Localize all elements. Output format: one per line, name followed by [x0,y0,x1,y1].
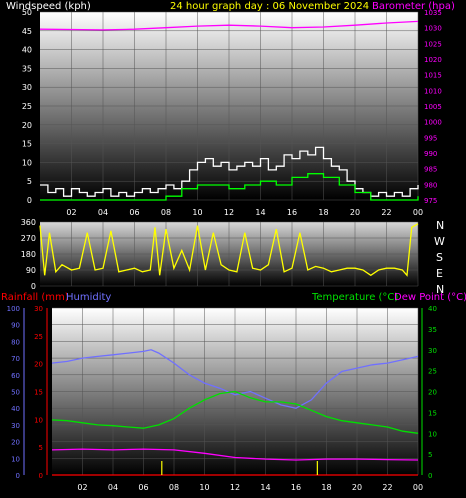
wind-x-tick-label: 22 [381,208,391,217]
barometer-y-tick-label: 1030 [424,25,442,33]
temp-x-tick-label: 20 [352,483,362,492]
humidity-y-tick-label: 50 [11,389,20,397]
humidity-y-tick-label: 30 [11,422,20,430]
temperature-y-tick-label: 30 [428,347,437,355]
temp-x-tick-label: 02 [77,483,87,492]
rainfall-y-tick-label: 30 [34,305,43,313]
wind-x-tick-label: 02 [66,208,76,217]
barometer-y-tick-label: 995 [424,134,437,142]
wind-y-tick-label: 40 [22,46,32,55]
temp-x-tick-label: 10 [199,483,209,492]
humidity-y-tick-label: 60 [11,372,20,380]
wind-y-tick-label: 20 [22,121,32,130]
temperature-y-tick-label: 25 [428,368,437,376]
barometer-y-tick-label: 980 [424,181,437,189]
humidity-y-tick-label: 100 [7,305,20,313]
wind-y-tick-label: 35 [22,64,32,73]
winddir-label-e: E [436,267,443,280]
windspeed-axis-title: Windspeed (kph) [6,1,91,12]
wind-x-tick-label: 14 [255,208,265,217]
temperature-y-tick-label: 35 [428,326,437,334]
temperature-y-tick-label: 15 [428,409,437,417]
barometer-y-tick-label: 975 [424,197,437,205]
wind-y-tick-label: 30 [22,83,32,92]
humidity-y-tick-label: 40 [11,405,20,413]
humidity-y-tick-label: 70 [11,355,20,363]
barometer-y-tick-label: 1000 [424,119,442,127]
winddir-y-tick-label: 360 [21,218,36,227]
winddir-label-n-top: N [436,219,444,232]
dewpoint-axis-title: Dew Point (°C) [394,292,466,303]
wind-x-tick-label: 08 [161,208,171,217]
rainfall-y-tick-label: 20 [34,361,43,369]
temperature-y-tick-label: 10 [428,430,437,438]
barometer-y-tick-label: 990 [424,150,437,158]
temperature-y-tick-label: 20 [428,389,437,397]
weather-graph: Windspeed (kph) 24 hour graph day : 06 N… [1,1,466,492]
wind-y-tick-label: 5 [27,177,32,186]
temperature-axis-title: Temperature (°C) [311,292,398,303]
wind-y-tick-label: 25 [22,102,32,111]
winddir-panel-axes: 0 90 180 270 360 [21,218,36,291]
barometer-y-tick-label: 1010 [424,87,442,95]
temp-x-tick-label: 06 [138,483,148,492]
wind-x-tick-label: 06 [129,208,139,217]
winddir-y-tick-label: 270 [21,234,36,243]
wind-x-tick-label: 20 [350,208,360,217]
rainfall-y-tick-label: 5 [39,444,43,452]
wind-x-tick-label: 12 [224,208,234,217]
temp-x-tick-label: 00 [413,483,423,492]
winddir-y-tick-label: 0 [31,282,36,291]
barometer-y-tick-label: 1020 [424,56,442,64]
wind-x-tick-label: 00 [413,208,423,217]
wind-x-tick-label: 16 [287,208,297,217]
rainfall-y-tick-label: 10 [34,416,43,424]
humidity-y-tick-label: 20 [11,439,20,447]
wind-x-tick-label: 10 [192,208,202,217]
humidity-y-tick-label: 0 [16,472,20,480]
humidity-axis-title: Humidity [66,292,111,303]
temperature-y-tick-label: 0 [428,472,432,480]
rainfall-axis-title: Rainfall (mm) [1,292,69,303]
winddir-y-tick-label: 90 [26,266,36,275]
temp-x-tick-label: 16 [291,483,301,492]
humidity-y-tick-label: 10 [11,455,20,463]
temperature-y-tick-label: 40 [428,305,437,313]
temp-x-tick-label: 14 [260,483,270,492]
wind-y-tick-label: 10 [22,158,32,167]
wind-x-tick-label: 18 [318,208,328,217]
barometer-y-tick-label: 1025 [424,40,442,48]
winddir-y-tick-label: 180 [21,250,36,259]
winddir-label-w: W [434,235,445,248]
temp-x-tick-label: 22 [382,483,392,492]
wind-y-tick-label: 15 [22,140,32,149]
barometer-y-tick-label: 1005 [424,103,442,111]
temp-x-tick-label: 12 [230,483,240,492]
temp-x-tick-label: 08 [169,483,179,492]
wind-x-tick-label: 04 [98,208,108,217]
barometer-axis-title: Barometer (hpa) [372,1,455,12]
wind-y-tick-label: 0 [27,196,32,205]
barometer-y-tick-label: 1015 [424,72,442,80]
barometer-y-tick-label: 985 [424,166,437,174]
graph-date-title: 24 hour graph day : 06 November 2024 [170,1,369,12]
rainfall-y-tick-label: 15 [34,389,43,397]
temp-x-tick-label: 04 [108,483,118,492]
wind-y-tick-label: 45 [22,27,32,36]
temp-x-tick-label: 18 [321,483,331,492]
humidity-y-tick-label: 80 [11,338,20,346]
temperature-y-tick-label: 5 [428,451,432,459]
wind-y-tick-label: 50 [22,8,32,17]
winddir-label-s: S [436,251,443,264]
rainfall-y-tick-label: 0 [39,472,43,480]
humidity-y-tick-label: 90 [11,322,20,330]
rainfall-y-tick-label: 25 [34,333,43,341]
barometer-y-tick-label: 1035 [424,9,442,17]
